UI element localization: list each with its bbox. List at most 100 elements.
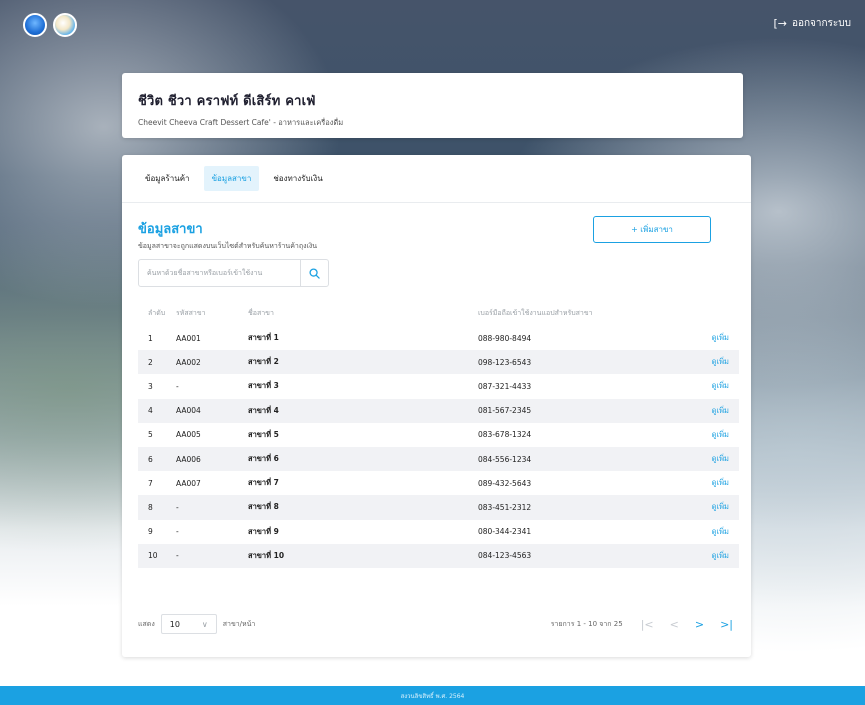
cell-no: 3 xyxy=(148,381,153,391)
cell-code: - xyxy=(176,381,179,391)
table-row: 3 - สาขาที่ 3 087-321-4433 ดูเพิ่ม xyxy=(138,374,739,398)
cell-no: 2 xyxy=(148,357,153,367)
cell-no: 5 xyxy=(148,430,153,440)
cell-name: สาขาที่ 8 xyxy=(248,502,279,512)
view-more-link[interactable]: ดูเพิ่ม xyxy=(668,356,739,368)
krungthai-logo-icon xyxy=(23,13,47,37)
table-row: 10 - สาขาที่ 10 084-123-4563 ดูเพิ่ม xyxy=(138,543,739,568)
cell-phone: 087-321-4433 xyxy=(478,381,532,391)
footer-bar: สงวนลิขสิทธิ์ พ.ศ. 2564 xyxy=(0,686,865,705)
first-page-icon[interactable]: |< xyxy=(641,618,654,631)
cell-name: สาขาที่ 3 xyxy=(248,381,279,391)
branch-table: ลำดับ รหัสสาขา ชื่อสาขา เบอร์มือถือเข้าใ… xyxy=(138,300,739,568)
table-header: ลำดับ รหัสสาขา ชื่อสาขา เบอร์มือถือเข้าใ… xyxy=(138,300,739,326)
pagination-bar: แสดง 10 ∨ สาขา/หน้า รายการ 1 - 10 จาก 25… xyxy=(138,613,739,635)
cell-name: สาขาที่ 9 xyxy=(248,526,279,536)
search-icon xyxy=(309,267,320,279)
view-more-link[interactable]: ดูเพิ่ม xyxy=(668,429,739,441)
cell-phone: 084-556-1234 xyxy=(478,454,532,464)
cell-name: สาขาที่ 7 xyxy=(248,478,279,488)
table-row: 8 - สาขาที่ 8 083-451-2312 ดูเพิ่ม xyxy=(138,495,739,520)
view-more-link[interactable]: ดูเพิ่ม xyxy=(668,332,739,344)
chevron-down-icon: ∨ xyxy=(201,619,208,629)
range-text: รายการ 1 - 10 จาก 25 xyxy=(550,619,623,628)
view-more-link[interactable]: ดูเพิ่ม xyxy=(668,380,739,392)
page-size-value: 10 xyxy=(169,619,180,629)
cell-code: - xyxy=(176,551,179,561)
cell-no: 7 xyxy=(148,478,153,488)
search-input[interactable] xyxy=(139,260,300,286)
cell-no: 4 xyxy=(148,406,153,416)
section-description: ข้อมูลสาขาจะถูกแสดงบนเว็บไซต์สำหรับค้นหา… xyxy=(138,242,318,250)
header-name: ชื่อสาขา xyxy=(248,308,274,317)
view-more-link[interactable]: ดูเพิ่ม xyxy=(668,526,739,538)
section-header: ข้อมูลสาขา ข้อมูลสาขาจะถูกแสดงบนเว็บไซต์… xyxy=(138,218,317,252)
shop-subtitle: Cheevit Cheeva Craft Dessert Cafe' - อาห… xyxy=(138,118,344,127)
pager: |< < > >| xyxy=(641,618,733,631)
section-title: ข้อมูลสาขา xyxy=(138,222,203,237)
cell-no: 8 xyxy=(148,502,153,512)
prev-page-icon[interactable]: < xyxy=(670,618,679,631)
per-page-label: สาขา/หน้า xyxy=(222,619,256,628)
header-phone: เบอร์มือถือเข้าใช้งานแอปสำหรับสาขา xyxy=(478,308,593,317)
view-more-link[interactable]: ดูเพิ่ม xyxy=(668,405,739,417)
logout-icon: [→ xyxy=(773,17,787,30)
view-more-link[interactable]: ดูเพิ่ม xyxy=(668,453,739,465)
cell-phone: 084-123-4563 xyxy=(478,551,532,561)
table-row: 2 AA002 สาขาที่ 2 098-123-6543 ดูเพิ่ม xyxy=(138,350,739,375)
copyright-text: สงวนลิขสิทธิ์ พ.ศ. 2564 xyxy=(400,692,465,700)
cell-code: AA002 xyxy=(176,357,201,367)
search-box xyxy=(138,259,329,287)
cell-code: AA007 xyxy=(176,478,201,488)
branch-panel: ข้อมูลร้านค้า ข้อมูลสาขา ช่องทางรับเงิน … xyxy=(122,155,751,657)
header-code: รหัสสาขา xyxy=(176,308,206,317)
cell-phone: 098-123-6543 xyxy=(478,357,532,367)
cell-code: AA004 xyxy=(176,406,201,416)
cell-code: AA006 xyxy=(176,454,201,464)
cell-no: 1 xyxy=(148,333,153,343)
logout-label: ออกจากระบบ xyxy=(791,18,851,29)
cell-name: สาขาที่ 2 xyxy=(248,357,279,367)
table-row: 5 AA005 สาขาที่ 5 083-678-1324 ดูเพิ่ม xyxy=(138,423,739,447)
tab-shop-info[interactable]: ข้อมูลร้านค้า xyxy=(137,166,198,191)
view-more-link[interactable]: ดูเพิ่ม xyxy=(668,501,739,513)
page-size-select[interactable]: 10 ∨ xyxy=(160,614,217,634)
cell-name: สาขาที่ 1 xyxy=(248,333,279,343)
add-branch-button[interactable]: + เพิ่มสาขา xyxy=(593,216,711,243)
view-more-link[interactable]: ดูเพิ่ม xyxy=(668,477,739,489)
cell-no: 10 xyxy=(148,551,158,561)
last-page-icon[interactable]: >| xyxy=(720,618,733,631)
cell-phone: 088-980-8494 xyxy=(478,333,532,343)
header-no: ลำดับ xyxy=(148,308,166,317)
show-label: แสดง xyxy=(138,619,155,628)
cell-phone: 089-432-5643 xyxy=(478,478,532,488)
table-row: 1 AA001 สาขาที่ 1 088-980-8494 ดูเพิ่ม xyxy=(138,326,739,350)
table-row: 4 AA004 สาขาที่ 4 081-567-2345 ดูเพิ่ม xyxy=(138,398,739,423)
table-row: 9 - สาขาที่ 9 080-344-2341 ดูเพิ่ม xyxy=(138,520,739,544)
cell-phone: 083-451-2312 xyxy=(478,502,532,512)
shop-info-card: ชีวิต ชีวา คราฟท์ ดีเสิร์ท คาเฟ่ Cheevit… xyxy=(122,73,743,138)
cell-code: - xyxy=(176,527,179,537)
cell-name: สาขาที่ 5 xyxy=(248,429,279,439)
partner-logo-icon xyxy=(53,13,77,37)
tab-branch-info[interactable]: ข้อมูลสาขา xyxy=(203,166,260,191)
cell-no: 9 xyxy=(148,527,153,537)
cell-phone: 083-678-1324 xyxy=(478,430,532,440)
shop-title: ชีวิต ชีวา คราฟท์ ดีเสิร์ท คาเฟ่ xyxy=(138,94,316,109)
view-more-link[interactable]: ดูเพิ่ม xyxy=(668,550,739,562)
table-row: 7 AA007 สาขาที่ 7 089-432-5643 ดูเพิ่ม xyxy=(138,471,739,495)
search-button[interactable] xyxy=(300,260,328,286)
next-page-icon[interactable]: > xyxy=(695,618,704,631)
cell-code: AA005 xyxy=(176,430,201,440)
cell-name: สาขาที่ 6 xyxy=(248,454,279,464)
cell-phone: 081-567-2345 xyxy=(478,406,532,416)
tab-payment-channel[interactable]: ช่องทางรับเงิน xyxy=(265,166,330,191)
logout-button[interactable]: [→ ออกจากระบบ xyxy=(773,16,851,31)
cell-name: สาขาที่ 4 xyxy=(248,405,279,415)
cell-name: สาขาที่ 10 xyxy=(248,550,285,560)
tab-bar: ข้อมูลร้านค้า ข้อมูลสาขา ช่องทางรับเงิน xyxy=(122,155,751,203)
table-row: 6 AA006 สาขาที่ 6 084-556-1234 ดูเพิ่ม xyxy=(138,446,739,472)
cell-code: - xyxy=(176,502,179,512)
cell-phone: 080-344-2341 xyxy=(478,527,532,537)
table-body: 1 AA001 สาขาที่ 1 088-980-8494 ดูเพิ่ม 2 AA002… xyxy=(138,326,739,568)
